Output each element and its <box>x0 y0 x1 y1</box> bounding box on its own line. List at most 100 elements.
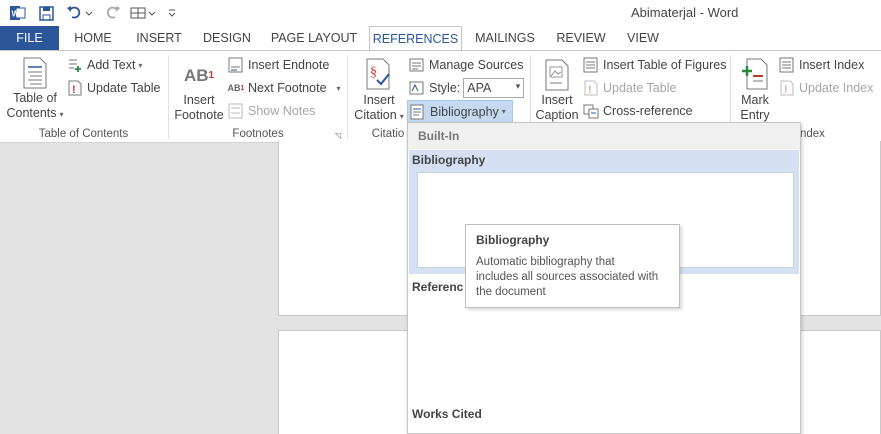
next-footnote-label: Next Footnote <box>248 81 327 95</box>
footnote-ab-glyph: AB <box>183 65 209 85</box>
chevron-down-icon: ▾ <box>59 110 64 119</box>
tab-file[interactable]: FILE <box>0 26 59 50</box>
bibliography-icon <box>410 104 426 120</box>
update-table-label: Update Table <box>87 81 161 95</box>
insert-caption-button[interactable]: Insert Caption <box>534 57 580 123</box>
tooltip-body-line: includes all sources associated with <box>476 271 659 283</box>
insert-index-label: Insert Index <box>799 58 865 72</box>
redo-icon[interactable] <box>104 3 122 23</box>
table-of-figures-icon <box>583 57 599 73</box>
tab-view[interactable]: VIEW <box>620 26 666 50</box>
insert-footnote-icon: AB 1 <box>172 57 226 93</box>
word-app-icon[interactable]: W <box>9 3 27 23</box>
style-selector: Style: APA ▾ <box>409 78 525 98</box>
group-label-table-of-contents: Table of Contents <box>38 128 129 140</box>
gallery-item-references[interactable]: Referenc <box>412 280 463 294</box>
show-notes-label: Show Notes <box>248 104 316 118</box>
insert-citation-button[interactable]: § Insert Citation ▾ <box>351 55 407 124</box>
style-label: Style: <box>429 81 461 95</box>
tooltip-body-line: the document <box>476 286 546 298</box>
manage-sources-icon <box>409 57 425 73</box>
svg-text:!: ! <box>72 84 76 96</box>
chevron-down-icon: ▾ <box>138 60 143 70</box>
chevron-down-icon: ▾ <box>501 107 506 116</box>
style-dropdown[interactable]: APA ▾ <box>463 78 525 98</box>
insert-endnote-icon <box>228 57 244 73</box>
update-table-figures-icon: ! <box>583 80 599 96</box>
insert-footnote-button[interactable]: AB 1 Insert Footnote <box>172 57 226 123</box>
update-index-label: Update Index <box>799 81 874 95</box>
insert-endnote-button[interactable]: Insert Endnote <box>228 55 329 75</box>
table-insert-icon[interactable] <box>129 3 157 23</box>
show-notes-icon <box>228 103 244 119</box>
chevron-down-icon: ▾ <box>336 83 341 93</box>
tab-references[interactable]: REFERENCES <box>369 26 462 51</box>
tab-review[interactable]: REVIEW <box>552 26 610 50</box>
insert-footnote-label-1: Insert <box>183 93 215 107</box>
update-table-figures-button[interactable]: ! Update Table <box>583 78 676 98</box>
manage-sources-label: Manage Sources <box>429 58 524 72</box>
insert-index-icon <box>779 57 795 73</box>
cross-reference-icon <box>583 103 599 119</box>
group-label-index: ndex <box>800 128 825 140</box>
svg-text:W: W <box>12 10 20 19</box>
cross-reference-label: Cross-reference <box>603 104 693 118</box>
table-of-contents-label-2: Contents <box>6 106 57 120</box>
table-of-contents-label-1: Table of <box>13 91 57 105</box>
gallery-header-built-in: Built-In <box>408 123 800 149</box>
insert-citation-icon: § <box>351 55 407 93</box>
group-separator <box>347 55 348 139</box>
update-index-button[interactable]: ! Update Index <box>779 78 873 98</box>
tab-page-layout[interactable]: PAGE LAYOUT <box>268 26 360 50</box>
undo-icon[interactable] <box>65 3 93 23</box>
next-footnote-button[interactable]: AB 1 Next Footnote ▾ <box>228 78 341 98</box>
tab-insert[interactable]: INSERT <box>130 26 188 50</box>
mark-entry-label-2: Entry <box>740 108 770 122</box>
table-of-contents-icon <box>6 55 64 91</box>
insert-footnote-label-2: Footnote <box>174 108 224 122</box>
bibliography-label: Bibliography <box>430 104 499 119</box>
chevron-down-icon: ▾ <box>515 81 521 91</box>
add-text-label: Add Text <box>87 58 136 72</box>
tab-design[interactable]: DESIGN <box>198 26 256 50</box>
group-label-footnotes: Footnotes <box>232 128 284 140</box>
cross-reference-button[interactable]: Cross-reference <box>583 101 693 121</box>
style-dropdown-value: APA <box>467 81 492 95</box>
gallery-item-works-cited[interactable]: Works Cited <box>412 407 482 421</box>
insert-caption-label-2: Caption <box>535 108 579 122</box>
insert-table-of-figures-button[interactable]: Insert Table of Figures <box>583 55 726 75</box>
show-notes-button[interactable]: Show Notes <box>228 101 315 121</box>
update-table-icon: ! <box>67 80 83 96</box>
tab-home[interactable]: HOME <box>66 26 120 50</box>
tab-mailings[interactable]: MAILINGS <box>470 26 540 50</box>
bibliography-button[interactable]: Bibliography ▾ <box>407 100 513 123</box>
dialog-launcher-icon[interactable]: ◹ <box>335 131 341 140</box>
title-bar: W Abimaterjal - Word <box>0 0 881 26</box>
mark-entry-icon <box>735 55 775 93</box>
insert-table-of-figures-label: Insert Table of Figures <box>603 58 727 72</box>
ribbon-tabs: FILE HOME INSERT DESIGN PAGE LAYOUT REFE… <box>0 26 881 51</box>
gallery-item-title: Bibliography <box>412 153 486 167</box>
insert-caption-icon <box>534 57 580 93</box>
tooltip: Bibliography Automatic bibliography that… <box>465 224 680 308</box>
insert-index-button[interactable]: Insert Index <box>779 55 864 75</box>
update-table-button[interactable]: ! Update Table <box>67 78 160 98</box>
tooltip-body-line: Automatic bibliography that <box>476 256 615 268</box>
group-separator <box>168 55 169 139</box>
add-text-button[interactable]: Add Text ▾ <box>67 55 142 75</box>
update-index-icon: ! <box>779 80 795 96</box>
insert-citation-label-2: Citation <box>354 108 397 122</box>
svg-text:!: ! <box>588 84 592 96</box>
window-title: Abimaterjal - Word <box>631 5 739 20</box>
save-icon[interactable] <box>37 3 55 23</box>
footnote-superscript-glyph: 1 <box>208 69 215 81</box>
manage-sources-button[interactable]: Manage Sources <box>409 55 524 75</box>
update-table-figures-label: Update Table <box>603 81 677 95</box>
customize-qat-icon[interactable] <box>165 3 179 23</box>
mark-entry-button[interactable]: Mark Entry <box>735 55 775 123</box>
style-icon <box>409 80 425 96</box>
svg-text:§: § <box>370 65 377 80</box>
next-footnote-icon: AB 1 <box>227 83 245 93</box>
insert-caption-label-1: Insert <box>541 93 573 107</box>
table-of-contents-button[interactable]: Table of Contents ▾ <box>6 55 64 122</box>
